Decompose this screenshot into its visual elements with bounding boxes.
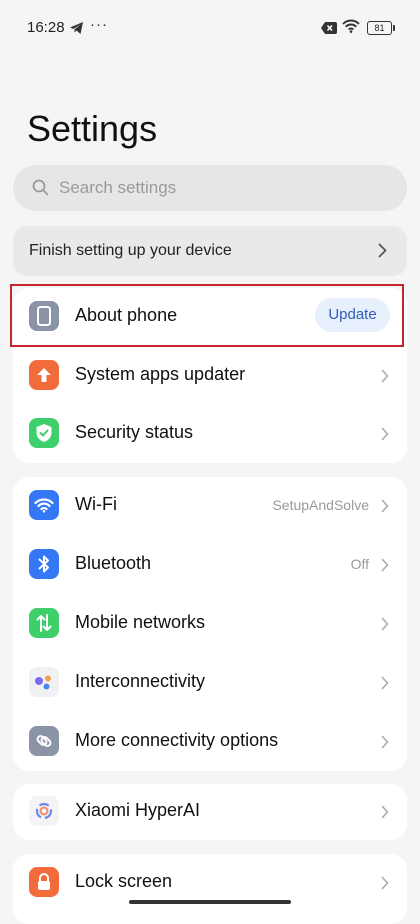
chevron-right-icon bbox=[381, 369, 389, 388]
wifi-signal-icon bbox=[342, 19, 360, 38]
settings-item-security-status[interactable]: Security status bbox=[13, 405, 407, 463]
settings-item-label: Wi-Fi bbox=[75, 494, 117, 514]
chevron-right-icon bbox=[381, 499, 389, 518]
settings-item-mobile-networks[interactable]: Mobile networks bbox=[13, 595, 407, 653]
settings-item-label: Mobile networks bbox=[75, 612, 206, 632]
chevron-right-icon bbox=[381, 676, 389, 695]
settings-item-label: Lock screen bbox=[75, 871, 173, 891]
status-time: 16:28 bbox=[27, 19, 65, 36]
status-bar: 16:28 ··· 81 bbox=[0, 0, 420, 56]
bluetooth-status-value: Off bbox=[350, 556, 369, 572]
telegram-icon bbox=[70, 21, 84, 39]
chevron-right-icon bbox=[381, 558, 389, 577]
no-sim-icon bbox=[321, 21, 337, 39]
link-icon bbox=[29, 726, 59, 756]
settings-item-bluetooth[interactable]: Bluetooth Off bbox=[13, 536, 407, 594]
battery-icon: 81 bbox=[367, 21, 395, 35]
finish-setup-banner[interactable]: Finish setting up your device bbox=[13, 226, 407, 276]
settings-item-label: Security status bbox=[75, 422, 194, 442]
settings-item-label: More connectivity options bbox=[75, 730, 279, 750]
home-indicator[interactable] bbox=[129, 900, 291, 904]
settings-item-xiaomi-hyperai[interactable]: Xiaomi HyperAI bbox=[13, 783, 407, 841]
settings-item-more-connectivity[interactable]: More connectivity options bbox=[13, 713, 407, 771]
settings-item-label: System apps updater bbox=[75, 364, 246, 384]
page-title: Settings bbox=[27, 108, 158, 149]
mobile-data-icon bbox=[29, 608, 59, 638]
settings-item-label: Xiaomi HyperAI bbox=[75, 800, 201, 820]
settings-group-lock: Lock screen bbox=[13, 854, 407, 924]
lock-icon bbox=[29, 867, 59, 897]
search-placeholder: Search settings bbox=[59, 178, 177, 197]
shield-check-icon bbox=[29, 418, 59, 448]
highlight-box bbox=[10, 284, 404, 347]
settings-item-interconnectivity[interactable]: Interconnectivity bbox=[13, 654, 407, 712]
chevron-right-icon bbox=[381, 805, 389, 824]
chevron-right-icon bbox=[381, 427, 389, 446]
settings-group-ai: Xiaomi HyperAI bbox=[13, 784, 407, 840]
hyperai-icon bbox=[29, 796, 59, 826]
search-icon bbox=[32, 179, 49, 201]
wifi-icon bbox=[29, 490, 59, 520]
bluetooth-icon bbox=[29, 549, 59, 579]
upload-arrow-icon bbox=[29, 360, 59, 390]
interconnectivity-icon bbox=[29, 667, 59, 697]
chevron-right-icon bbox=[381, 617, 389, 636]
settings-item-system-apps-updater[interactable]: System apps updater bbox=[13, 347, 407, 405]
settings-item-wifi[interactable]: Wi-Fi SetupAndSolve bbox=[13, 477, 407, 535]
wifi-network-value: SetupAndSolve bbox=[272, 497, 369, 513]
search-input[interactable]: Search settings bbox=[13, 165, 407, 211]
settings-item-label: Interconnectivity bbox=[75, 671, 206, 691]
overflow-notification-icon: ··· bbox=[90, 16, 108, 33]
settings-group-connectivity: Wi-Fi SetupAndSolve Bluetooth Off Mobile… bbox=[13, 477, 407, 771]
chevron-right-icon bbox=[381, 735, 389, 754]
finish-setup-label: Finish setting up your device bbox=[29, 242, 232, 259]
chevron-right-icon bbox=[381, 876, 389, 895]
settings-item-label: Bluetooth bbox=[75, 553, 152, 573]
chevron-right-icon bbox=[378, 243, 387, 263]
